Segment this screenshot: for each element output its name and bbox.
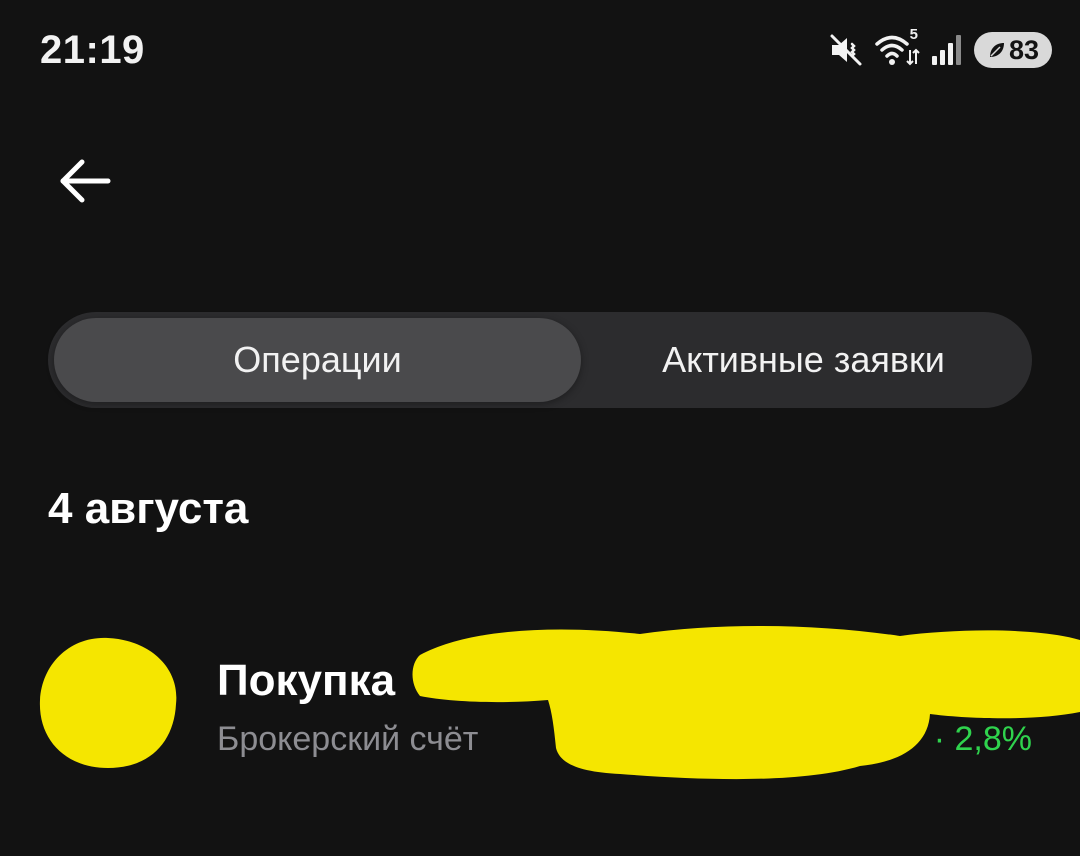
- status-bar: 21:19 5 83: [0, 0, 1080, 100]
- wifi-icon: 5: [874, 26, 920, 68]
- battery-icon: 83: [974, 32, 1052, 68]
- operation-title: Покупка: [217, 656, 396, 705]
- status-icons: 5 83: [828, 26, 1052, 70]
- tab-operations[interactable]: Операции: [54, 318, 581, 402]
- arrow-left-icon: [60, 159, 111, 203]
- segmented-control: Операции Активные заявки: [48, 312, 1032, 408]
- back-button[interactable]: [50, 146, 120, 216]
- operation-row[interactable]: Покупка Брокерский счёт · 2,8%: [0, 620, 1080, 790]
- battery-level: 83: [1008, 34, 1040, 65]
- operation-change: · 2,8%: [933, 720, 1032, 758]
- date-header: 4 августа: [48, 484, 249, 533]
- wifi-badge: 5: [909, 26, 918, 43]
- muted-icon: [828, 32, 864, 68]
- operation-account: Брокерский счёт: [217, 720, 479, 758]
- leaf-icon: [989, 43, 1004, 57]
- status-time: 21:19: [40, 28, 145, 72]
- signal-icon: [930, 32, 964, 68]
- tab-active-orders[interactable]: Активные заявки: [581, 318, 1026, 402]
